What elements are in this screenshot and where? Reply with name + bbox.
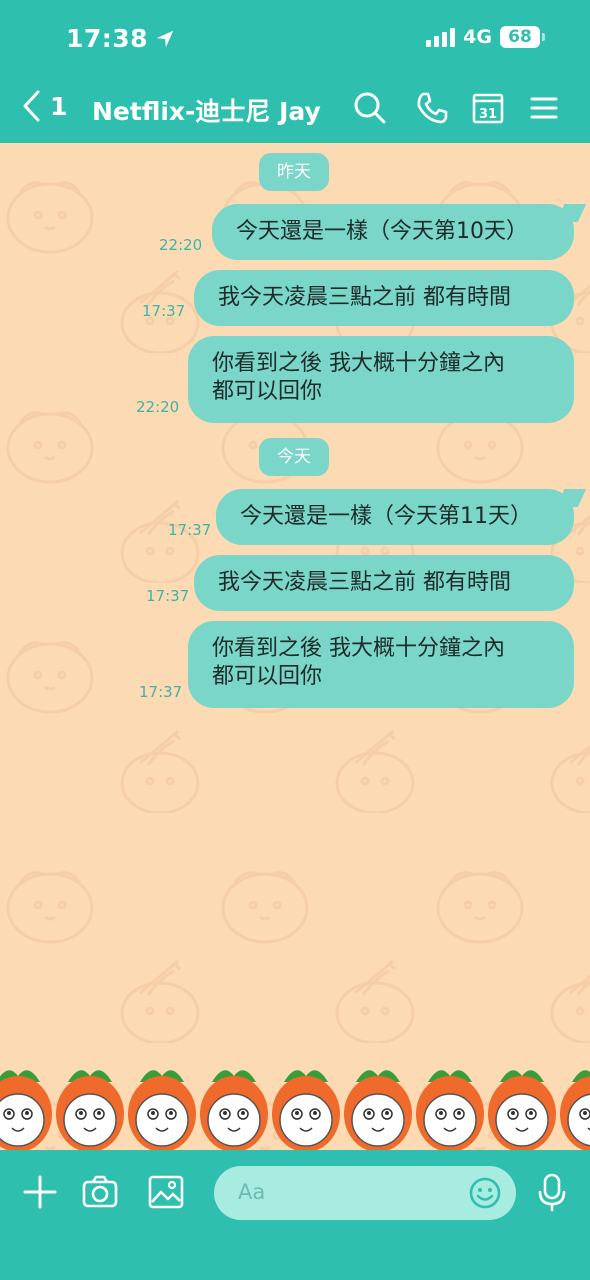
chevron-left-icon [23, 90, 40, 122]
message-time: 22:20 [159, 236, 203, 254]
message-bubble[interactable]: 你看到之後 我大概十分鐘之內 都可以回你 [188, 621, 574, 708]
time-text: 17:38 [66, 24, 149, 53]
message-bubble[interactable]: 你看到之後 我大概十分鐘之內 都可以回你 [188, 336, 574, 423]
message-line: 你看到之後 我大概十分鐘之內 [212, 636, 505, 661]
message-time: 17:37 [142, 302, 186, 320]
message-line: 都可以回你 [212, 379, 323, 404]
message-text: 今天還是一樣（今天第10天） [236, 219, 528, 244]
message-time: 17:37 [139, 683, 183, 701]
message-input-placeholder: Aa [238, 1180, 266, 1204]
message-line: 都可以回你 [212, 664, 323, 689]
network-type: 4G [463, 26, 492, 48]
search-icon[interactable] [352, 90, 388, 126]
emoji-icon[interactable] [468, 1176, 502, 1210]
carrot-bunny-decoration [0, 1070, 590, 1152]
plus-icon[interactable] [20, 1172, 60, 1212]
calendar-icon[interactable]: 31 [470, 90, 506, 126]
message-time: 17:37 [168, 521, 212, 539]
battery-level: 68 [508, 27, 532, 47]
message-input[interactable]: Aa [214, 1166, 516, 1220]
message-time: 17:37 [146, 587, 190, 605]
menu-icon[interactable] [526, 90, 562, 126]
date-separator: 今天 [259, 438, 329, 476]
message-text: 今天還是一樣（今天第11天） [240, 504, 532, 529]
date-separator: 昨天 [259, 153, 329, 191]
input-bar: Aa [0, 1150, 590, 1280]
phone-icon[interactable] [414, 90, 450, 126]
location-arrow-icon [156, 30, 174, 47]
message-bubble[interactable]: 我今天凌晨三點之前 都有時間 [194, 270, 574, 326]
message-bubble[interactable]: 今天還是一樣（今天第10天） [212, 204, 574, 260]
message-line: 你看到之後 我大概十分鐘之內 [212, 351, 505, 376]
message-bubble[interactable]: 今天還是一樣（今天第11天） [216, 489, 574, 545]
image-icon[interactable] [146, 1172, 186, 1212]
message-time: 22:20 [136, 398, 180, 416]
back-button[interactable]: 1 [20, 88, 67, 124]
message-text: 我今天凌晨三點之前 都有時間 [218, 570, 511, 595]
signal-icon [426, 27, 456, 47]
message-text: 我今天凌晨三點之前 都有時間 [218, 285, 511, 310]
chat-header: 1 Netflix-迪士尼 Jay 31 [0, 76, 590, 140]
message-bubble[interactable]: 我今天凌晨三點之前 都有時間 [194, 555, 574, 611]
calendar-day: 31 [479, 107, 497, 122]
chat-area[interactable]: 昨天 22:20 今天還是一樣（今天第10天） 17:37 我今天凌晨三點之前 … [0, 143, 590, 1150]
battery-icon: 68 [500, 26, 545, 48]
status-time: 17:38 [66, 24, 176, 53]
chat-title: Netflix-迪士尼 Jay [92, 97, 321, 126]
top-bar: 17:38 4G 68 1 Netflix-迪士尼 Jay 31 [0, 0, 590, 143]
unread-count: 1 [50, 91, 68, 121]
status-indicators: 4G 68 [426, 26, 545, 48]
microphone-icon[interactable] [532, 1172, 572, 1212]
camera-icon[interactable] [80, 1172, 120, 1212]
